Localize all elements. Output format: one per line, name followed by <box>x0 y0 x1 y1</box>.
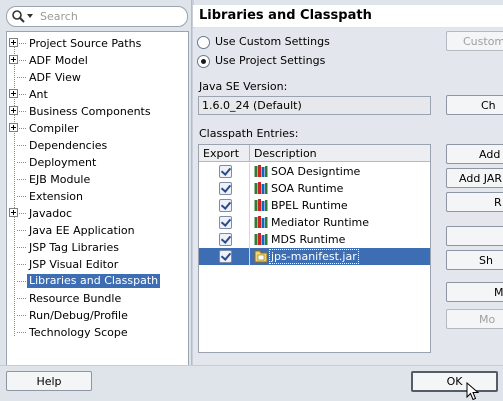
side-button-7[interactable]: Mo <box>446 309 503 329</box>
page-title: Libraries and Classpath <box>193 5 503 27</box>
customize-button[interactable]: Custom <box>446 31 503 51</box>
search-icon <box>12 10 33 23</box>
tree-item-libraries-and-classpath[interactable]: Libraries and Classpath <box>7 273 188 290</box>
tree-item-dependencies[interactable]: Dependencies <box>7 137 188 154</box>
library-books-icon <box>254 216 268 228</box>
classpath-row[interactable]: jps-manifest.jar <box>199 248 430 265</box>
classpath-label: Classpath Entries: <box>199 127 299 140</box>
project-settings-radio[interactable] <box>197 55 210 68</box>
project-settings-label[interactable]: Use Project Settings <box>215 54 325 67</box>
tree-item-jsp-visual-editor[interactable]: JSP Visual Editor <box>7 256 188 273</box>
side-button-2[interactable]: Add JAR <box>446 168 503 188</box>
tree-item-resource-bundle[interactable]: Resource Bundle <box>7 290 188 307</box>
tree-item-label: Business Components <box>29 105 151 118</box>
tree-item-label: Compiler <box>29 122 79 135</box>
classpath-row[interactable]: BPEL Runtime <box>199 197 430 214</box>
tree-item-jsp-tag-libraries[interactable]: JSP Tag Libraries <box>7 239 188 256</box>
tree-item-business-components[interactable]: Business Components <box>7 103 188 120</box>
tree-item-compiler[interactable]: Compiler <box>7 120 188 137</box>
tree-item-technology-scope[interactable]: Technology Scope <box>7 324 188 341</box>
classpath-entry-name: SOA Runtime <box>271 182 344 195</box>
java-se-version-field: 1.6.0_24 (Default) <box>198 96 431 115</box>
tree-item-adf-view[interactable]: ADF View <box>7 69 188 86</box>
settings-tree: Project Source Paths ADF Model ADF View Ant… <box>6 31 189 367</box>
tree-item-ejb-module[interactable]: EJB Module <box>7 171 188 188</box>
classpath-row[interactable]: SOA Runtime <box>199 180 430 197</box>
tree-item-label: ADF Model <box>29 54 88 67</box>
tree-item-label: Run/Debug/Profile <box>29 309 128 322</box>
side-button-5[interactable]: Sh <box>446 250 503 270</box>
main-panel: Use Custom Settings Use Project Settings… <box>193 28 503 365</box>
tree-item-label: Libraries and Classpath <box>27 274 161 288</box>
tree-item-label: JSP Visual Editor <box>29 258 119 271</box>
classpath-row[interactable]: Mediator Runtime <box>199 214 430 231</box>
tree-item-label: Java EE Application <box>29 224 135 237</box>
tree-item-label: Resource Bundle <box>29 292 122 305</box>
tree-item-label: JSP Tag Libraries <box>29 241 119 254</box>
classpath-row[interactable]: SOA Designtime <box>199 163 430 180</box>
export-checkbox[interactable] <box>219 233 232 246</box>
tree-item-run-debug-profile[interactable]: Run/Debug/Profile <box>7 307 188 324</box>
classpath-table[interactable]: Export Description SOA Designtime SOA Run… <box>198 144 431 353</box>
description-column-header[interactable]: Description <box>254 147 317 160</box>
tree-item-label: EJB Module <box>29 173 91 186</box>
expand-icon[interactable] <box>9 106 18 115</box>
tree-item-label: Project Source Paths <box>29 37 142 50</box>
export-column-header[interactable]: Export <box>203 147 239 160</box>
library-books-icon <box>254 165 268 177</box>
tree-item-label: Deployment <box>29 156 97 169</box>
tree-item-extension[interactable]: Extension <box>7 188 188 205</box>
library-books-icon <box>254 182 268 194</box>
library-books-icon <box>254 233 268 245</box>
java-se-label: Java SE Version: <box>199 80 288 93</box>
tree-item-label: Extension <box>29 190 84 203</box>
tree-item-label: Dependencies <box>29 139 108 152</box>
classpath-table-header: Export Description <box>199 145 430 162</box>
tree-item-label: Ant <box>29 88 48 101</box>
library-books-icon <box>254 199 268 211</box>
expand-icon[interactable] <box>9 55 18 64</box>
tree-item-label: ADF View <box>29 71 81 84</box>
search-input[interactable]: Search <box>40 10 78 23</box>
expand-icon[interactable] <box>9 208 18 217</box>
tree-item-adf-model[interactable]: ADF Model <box>7 52 188 69</box>
mouse-cursor-icon <box>466 382 480 401</box>
custom-settings-radio[interactable] <box>197 36 210 49</box>
jar-file-icon <box>254 250 268 263</box>
classpath-row[interactable]: MDS Runtime <box>199 231 430 248</box>
classpath-entry-name: Mediator Runtime <box>271 216 370 229</box>
export-checkbox[interactable] <box>219 250 232 263</box>
tree-item-label: Javadoc <box>29 207 72 220</box>
tree-item-label: Technology Scope <box>29 326 128 339</box>
help-button[interactable]: Help <box>6 371 92 391</box>
side-button-6[interactable]: M <box>446 282 503 302</box>
tree-item-project-source-paths[interactable]: Project Source Paths <box>7 35 188 52</box>
side-button-4[interactable] <box>446 226 503 246</box>
export-checkbox[interactable] <box>219 216 232 229</box>
classpath-entry-name: SOA Designtime <box>271 165 361 178</box>
export-checkbox[interactable] <box>219 165 232 178</box>
change-java-button[interactable]: Ch <box>446 95 503 115</box>
search-box[interactable]: Search <box>6 6 188 27</box>
tree-item-deployment[interactable]: Deployment <box>7 154 188 171</box>
classpath-entry-name: jps-manifest.jar <box>269 249 359 264</box>
side-button-1[interactable]: Add <box>446 144 503 164</box>
tree-item-javadoc[interactable]: Javadoc <box>7 205 188 222</box>
custom-settings-label[interactable]: Use Custom Settings <box>215 35 330 48</box>
side-button-3[interactable]: R <box>446 192 503 212</box>
expand-icon[interactable] <box>9 89 18 98</box>
export-checkbox[interactable] <box>219 199 232 212</box>
expand-icon[interactable] <box>9 38 18 47</box>
tree-item-ant[interactable]: Ant <box>7 86 188 103</box>
expand-icon[interactable] <box>9 123 18 132</box>
classpath-entry-name: MDS Runtime <box>271 233 346 246</box>
ok-button[interactable]: OK <box>411 371 498 392</box>
classpath-entry-name: BPEL Runtime <box>271 199 348 212</box>
tree-item-java-ee-application[interactable]: Java EE Application <box>7 222 188 239</box>
export-checkbox[interactable] <box>219 182 232 195</box>
